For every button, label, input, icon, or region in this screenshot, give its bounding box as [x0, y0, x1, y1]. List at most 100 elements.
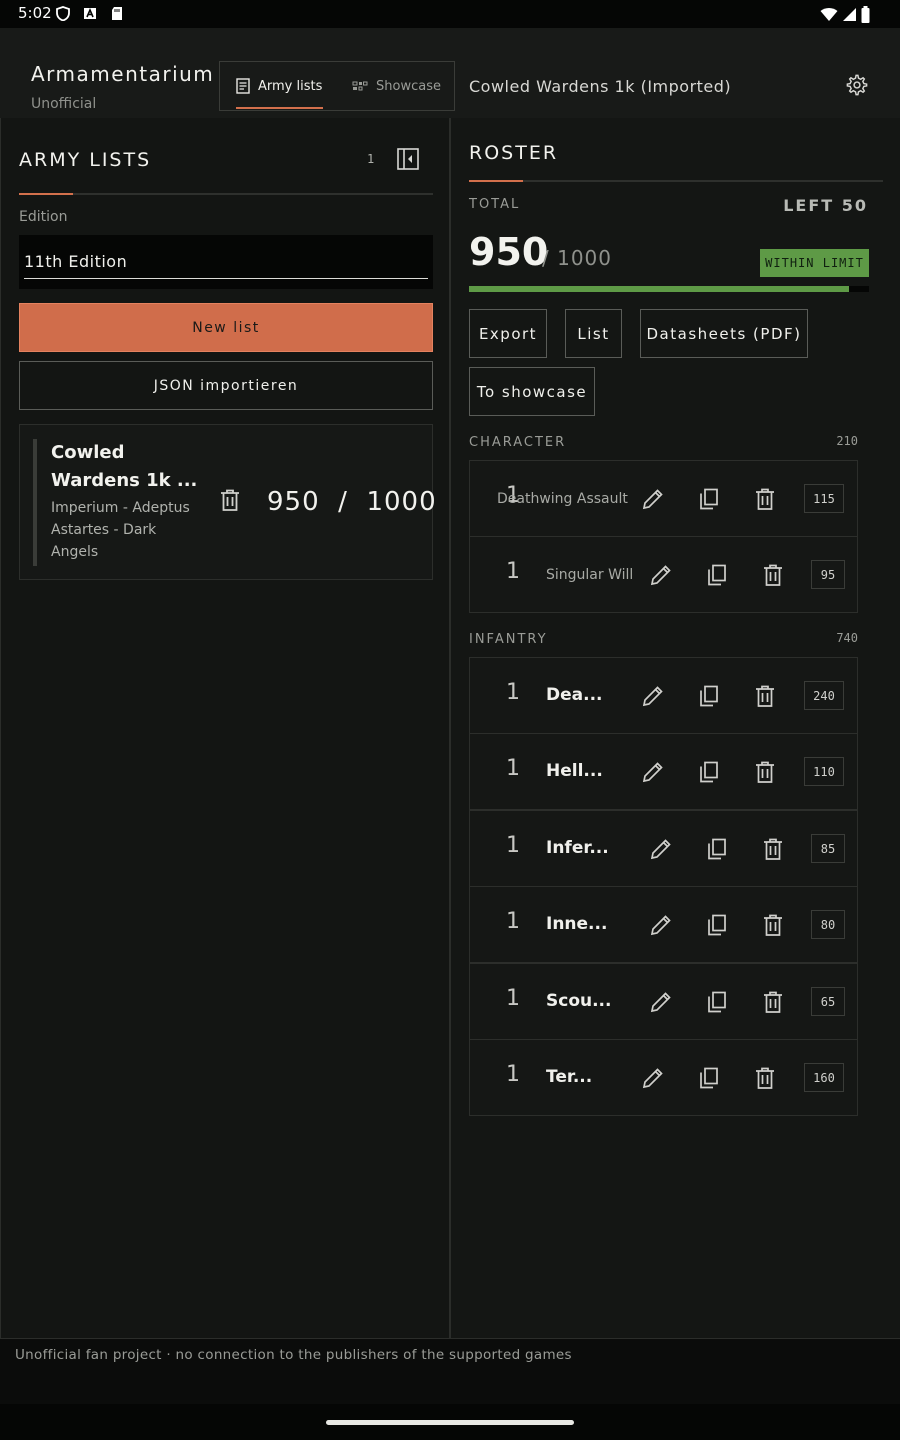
- status-time: 5:02: [18, 4, 52, 22]
- export-button[interactable]: Export: [469, 309, 547, 358]
- edit-pencil-icon[interactable]: [649, 837, 673, 861]
- army-lists-heading: ARMY LISTS: [19, 149, 152, 171]
- max-points: / 1000: [542, 246, 612, 270]
- unit-name: Infer...: [546, 838, 609, 858]
- delete-unit-icon[interactable]: [761, 990, 785, 1014]
- edition-value: 11th Edition: [24, 252, 128, 271]
- section-infantry-title: INFANTRY: [469, 632, 548, 647]
- edit-pencil-icon[interactable]: [649, 990, 673, 1014]
- unit-row[interactable]: 1 Infer... 85: [469, 810, 858, 887]
- unit-name: Dea...: [546, 685, 603, 705]
- unit-points: 160: [804, 1063, 844, 1092]
- collapse-panel-icon[interactable]: [397, 148, 419, 170]
- datasheets-pdf-button[interactable]: Datasheets (PDF): [640, 309, 808, 358]
- battery-icon: [861, 5, 870, 23]
- current-list-title: Cowled Wardens 1k (Imported): [469, 77, 732, 96]
- duplicate-icon[interactable]: [697, 1066, 721, 1090]
- section-infantry-points: 740: [836, 631, 858, 645]
- army-list-card[interactable]: Cowled Wardens 1k ... Imperium - Adeptus…: [19, 424, 436, 580]
- active-tab-indicator: [236, 107, 323, 109]
- unit-points: 110: [804, 757, 844, 786]
- footer-disclaimer: Unofficial fan project · no connection t…: [15, 1347, 572, 1363]
- edit-pencil-icon[interactable]: [641, 1066, 665, 1090]
- roster-heading: ROSTER: [469, 142, 559, 164]
- unit-quantity: 1: [506, 833, 520, 858]
- duplicate-icon[interactable]: [705, 990, 729, 1014]
- points-progress-fill: [469, 286, 849, 292]
- points-progress: [469, 286, 869, 292]
- unit-row[interactable]: 1 Scou... 65: [469, 963, 858, 1040]
- footer: Unofficial fan project · no connection t…: [0, 1338, 900, 1404]
- roster-panel: ROSTER TOTAL LEFT 50 950 / 1000 WITHIN L…: [450, 118, 900, 1338]
- duplicate-icon[interactable]: [705, 837, 729, 861]
- app-bar: Armamentarium Unofficial Army lists Show…: [0, 28, 900, 118]
- unit-name: Singular Will: [546, 567, 634, 583]
- section-character-points: 210: [836, 434, 858, 448]
- unit-row[interactable]: 1 Deathwing Assault 115: [469, 460, 858, 537]
- unit-row[interactable]: 1 Singular Will 95: [469, 536, 858, 613]
- gear-icon[interactable]: [846, 74, 868, 96]
- delete-unit-icon[interactable]: [753, 684, 777, 708]
- roster-divider: [469, 180, 883, 182]
- army-lists-panel: ARMY LISTS 1 Edition 11th Edition New li…: [0, 118, 450, 1338]
- new-list-button[interactable]: New list: [19, 303, 433, 352]
- unit-row[interactable]: 1 Dea... 240: [469, 657, 858, 734]
- list-document-icon: [236, 78, 250, 94]
- unit-row[interactable]: 1 Inne... 80: [469, 886, 858, 963]
- army-list-name: Cowled Wardens 1k ...: [51, 442, 198, 491]
- edition-label: Edition: [19, 209, 68, 225]
- delete-unit-icon[interactable]: [753, 487, 777, 511]
- duplicate-icon[interactable]: [697, 684, 721, 708]
- unit-quantity: 1: [506, 909, 520, 934]
- heading-accent: [19, 193, 73, 195]
- delete-unit-icon[interactable]: [753, 760, 777, 784]
- duplicate-icon[interactable]: [697, 760, 721, 784]
- unit-row[interactable]: 1 Ter... 160: [469, 1039, 858, 1116]
- tab-showcase-label: Showcase: [376, 78, 441, 94]
- delete-unit-icon[interactable]: [753, 1066, 777, 1090]
- json-import-button[interactable]: JSON importieren: [19, 361, 433, 410]
- total-label: TOTAL: [469, 197, 521, 212]
- tab-army-lists[interactable]: Army lists: [236, 62, 322, 110]
- to-showcase-button[interactable]: To showcase: [469, 367, 595, 416]
- unit-name: Ter...: [546, 1067, 593, 1087]
- army-lists-count: 1: [367, 152, 375, 166]
- list-button[interactable]: List: [565, 309, 622, 358]
- unit-points: 65: [811, 987, 845, 1016]
- unit-quantity: 1: [506, 986, 520, 1011]
- delete-unit-icon[interactable]: [761, 563, 785, 587]
- unit-quantity: 1: [506, 680, 520, 705]
- edition-select[interactable]: 11th Edition: [19, 235, 433, 289]
- unit-quantity: 1: [506, 559, 520, 584]
- unit-points: 115: [804, 484, 844, 513]
- duplicate-icon[interactable]: [705, 563, 729, 587]
- app-subtitle: Unofficial: [31, 96, 97, 112]
- edit-pencil-icon[interactable]: [649, 913, 673, 937]
- edit-pencil-icon[interactable]: [641, 487, 665, 511]
- heading-divider: [19, 193, 433, 195]
- app-title: Armamentarium: [31, 62, 215, 86]
- shield-icon: [56, 6, 70, 21]
- duplicate-icon[interactable]: [697, 487, 721, 511]
- status-bar: 5:02: [0, 0, 900, 28]
- duplicate-icon[interactable]: [705, 913, 729, 937]
- edit-pencil-icon[interactable]: [641, 684, 665, 708]
- edit-pencil-icon[interactable]: [649, 563, 673, 587]
- delete-unit-icon[interactable]: [761, 837, 785, 861]
- showcase-grid-icon: [352, 81, 368, 91]
- unit-name: Scou...: [546, 991, 612, 1011]
- points-left: LEFT 50: [783, 196, 868, 215]
- edit-pencil-icon[interactable]: [641, 760, 665, 784]
- unit-points: 80: [811, 910, 845, 939]
- delete-unit-icon[interactable]: [761, 913, 785, 937]
- sd-card-icon: [112, 7, 122, 20]
- wifi-icon: [820, 7, 838, 21]
- delete-list-icon[interactable]: [220, 489, 240, 511]
- roster-accent: [469, 180, 523, 182]
- section-character-title: CHARACTER: [469, 435, 567, 450]
- unit-row[interactable]: 1 Hell... 110: [469, 733, 858, 810]
- tab-showcase[interactable]: Showcase: [352, 62, 441, 110]
- home-gesture-pill[interactable]: [326, 1420, 574, 1425]
- unit-points: 95: [811, 560, 845, 589]
- unit-quantity: 1: [506, 756, 520, 781]
